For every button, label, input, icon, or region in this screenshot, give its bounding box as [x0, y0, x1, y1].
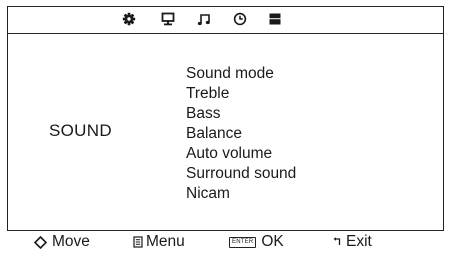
menu-item-auto-volume[interactable]: Auto volume — [186, 144, 296, 164]
monitor-icon[interactable] — [161, 12, 175, 26]
ok-label: OK — [261, 233, 284, 250]
exit-hint: Exit — [333, 233, 372, 251]
section-title: SOUND — [49, 121, 112, 140]
menu-label: Menu — [146, 233, 185, 250]
exit-label: Exit — [346, 233, 372, 250]
music-note-icon[interactable] — [197, 12, 211, 26]
menu-item-surround-sound[interactable]: Surround sound — [186, 164, 296, 184]
move-label: Move — [52, 233, 90, 250]
return-arrow-icon — [333, 237, 342, 247]
clock-icon[interactable] — [233, 12, 247, 26]
menu-key-icon — [133, 236, 143, 248]
menu-category-bar — [8, 7, 443, 34]
menu-item-sound-mode[interactable]: Sound mode — [186, 64, 296, 84]
ok-hint: ENTER OK — [229, 233, 284, 251]
move-hint: Move — [34, 233, 90, 251]
move-arrows-icon — [34, 235, 47, 249]
gear-icon[interactable] — [122, 12, 136, 26]
menu-item-bass[interactable]: Bass — [186, 104, 296, 124]
sound-menu-list: Sound mode Treble Bass Balance Auto volu… — [186, 64, 296, 204]
channel-list-icon[interactable] — [268, 12, 282, 26]
menu-item-nicam[interactable]: Nicam — [186, 184, 296, 204]
menu-item-treble[interactable]: Treble — [186, 84, 296, 104]
enter-key-icon: ENTER — [229, 236, 257, 248]
key-hints-bar: Move Menu ENTER OK Exit — [0, 232, 454, 255]
menu-hint: Menu — [133, 233, 185, 251]
osd-menu-screen: SOUND Sound mode Treble Bass Balance Aut… — [7, 6, 444, 231]
menu-item-balance[interactable]: Balance — [186, 124, 296, 144]
